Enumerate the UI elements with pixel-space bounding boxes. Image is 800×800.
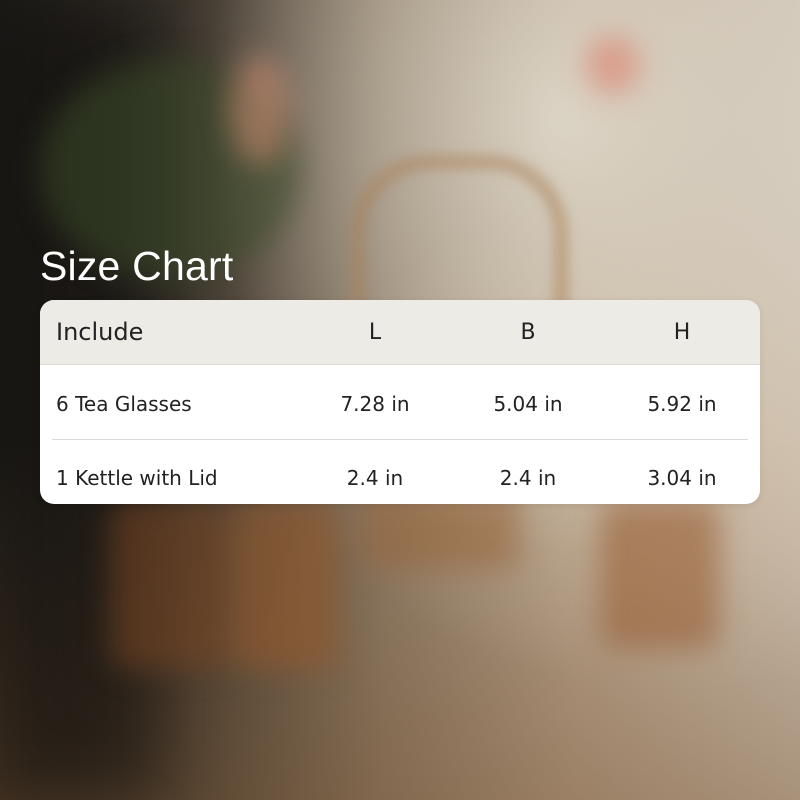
size-table: Include L B H 6 Tea Glasses 7.28 in 5.04… — [40, 300, 760, 504]
item-height: 5.92 in — [647, 392, 717, 416]
item-breadth: 5.04 in — [493, 392, 563, 416]
column-header-include: Include — [56, 318, 144, 346]
item-length: 7.28 in — [340, 392, 410, 416]
background-flower — [230, 55, 290, 165]
column-header-length: L — [368, 319, 382, 345]
item-height: 3.04 in — [647, 466, 717, 490]
background-flower — [585, 35, 640, 95]
item-name: 6 Tea Glasses — [56, 392, 192, 416]
item-length: 2.4 in — [346, 466, 404, 490]
background-glass — [230, 500, 340, 670]
table-header-row: Include L B H — [40, 300, 760, 365]
background-glass — [110, 500, 230, 670]
column-header-breadth: B — [520, 319, 536, 345]
table-row: 6 Tea Glasses 7.28 in 5.04 in 5.92 in — [40, 365, 760, 439]
table-row: 1 Kettle with Lid 2.4 in 2.4 in 3.04 in — [40, 439, 760, 504]
item-breadth: 2.4 in — [499, 466, 557, 490]
page-title: Size Chart — [40, 243, 234, 289]
column-header-height: H — [673, 319, 691, 345]
item-name: 1 Kettle with Lid — [56, 466, 218, 490]
background-glass — [600, 500, 720, 650]
